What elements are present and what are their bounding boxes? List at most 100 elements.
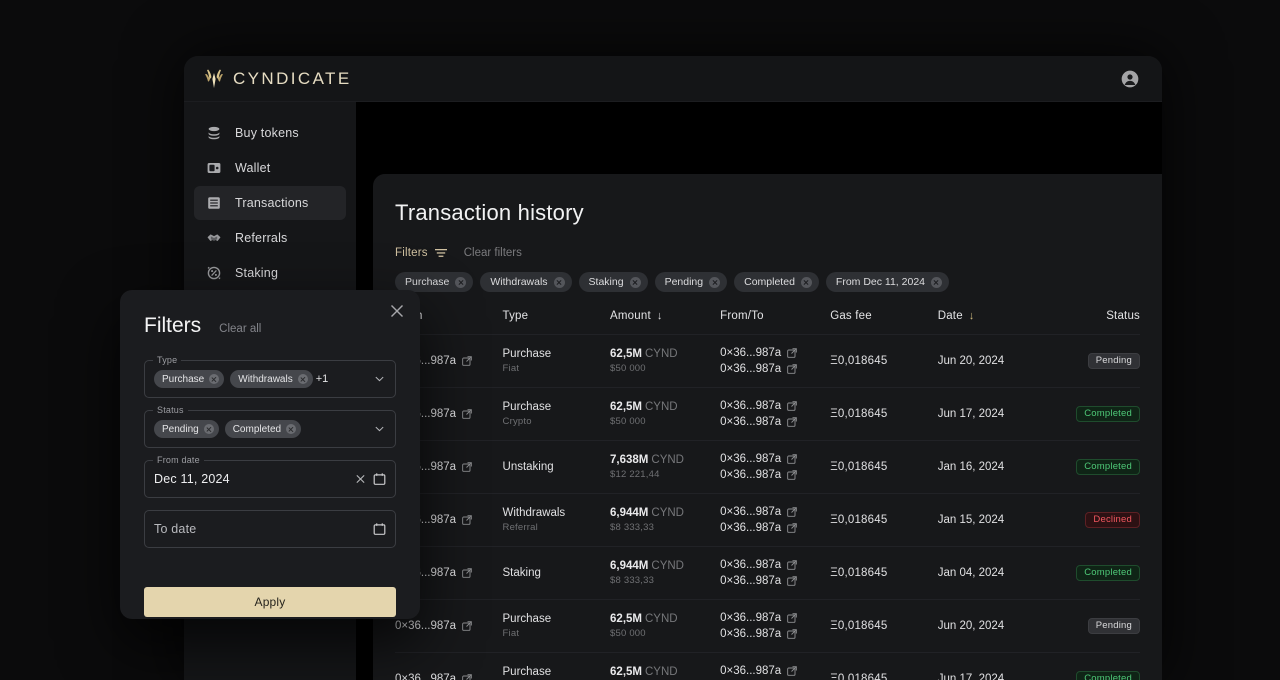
filter-chip[interactable]: Withdrawals <box>480 272 572 292</box>
sidebar-item-transactions[interactable]: Transactions <box>194 186 346 220</box>
calendar-icon[interactable] <box>373 523 386 536</box>
table-row[interactable]: 0×36...987a Purchase Fiat 62,5M CYND $50 000 0… <box>395 599 1140 653</box>
remove-chip-icon[interactable] <box>800 276 812 288</box>
filter-chip[interactable]: Completed <box>734 272 819 292</box>
external-link-icon[interactable] <box>462 409 472 419</box>
cell-date: Jun 20, 2024 <box>937 334 1046 388</box>
from-address[interactable]: 0×36...987a <box>720 347 830 359</box>
external-link-icon[interactable] <box>787 401 797 411</box>
column-header-amount[interactable]: Amount ↓ <box>610 310 720 335</box>
filter-chip[interactable]: From Dec 11, 2024 <box>825 272 950 292</box>
type-select[interactable]: Type Purchase Withdrawals +1 <box>144 355 396 398</box>
table-row[interactable]: 0×36...987aPurchaseCrypto62,5MCYND$50 00… <box>395 652 1140 680</box>
external-link-icon[interactable] <box>787 417 797 427</box>
modal-clear-all-button[interactable]: Clear all <box>219 323 261 335</box>
apply-button[interactable]: Apply <box>144 587 396 617</box>
external-link-icon[interactable] <box>462 568 472 578</box>
page-title: Transaction history <box>395 200 584 225</box>
table-row[interactable]: 0×36...987a Staking 6,944M CYND $8 333,33 0×3… <box>395 546 1140 600</box>
remove-chip-icon[interactable] <box>297 374 308 384</box>
table-header-row: Hash Type Amount↓ From/To Gas fee Date↓ … <box>395 310 1140 335</box>
to-address[interactable]: 0×36...987a <box>720 522 830 534</box>
chevron-down-icon[interactable] <box>375 426 384 432</box>
from-address[interactable]: 0×36...987a <box>720 400 830 412</box>
sidebar-item-staking[interactable]: Staking <box>194 256 346 290</box>
hash-link[interactable]: 0×36...987a <box>395 620 472 632</box>
brand-logo[interactable]: CYNDICATE <box>204 68 352 90</box>
selected-option-chip[interactable]: Completed <box>224 420 302 438</box>
external-link-icon[interactable] <box>787 666 797 676</box>
filters-button[interactable]: Filters <box>395 247 447 259</box>
external-link-icon[interactable] <box>787 576 797 586</box>
from-address[interactable]: 0×36...987a <box>720 612 830 624</box>
to-address[interactable]: 0×36...987a <box>720 628 830 640</box>
external-link-icon[interactable] <box>787 523 797 533</box>
amount-unit: CYND <box>651 560 684 572</box>
remove-chip-icon[interactable] <box>931 276 943 288</box>
column-header-date[interactable]: Date ↓ <box>938 310 1046 335</box>
table-row[interactable]: 0×36...987a Unstaking 7,638M CYND $12 221,44… <box>395 440 1140 494</box>
cell-gas-fee: Ξ0,018645 <box>830 493 938 547</box>
from-address[interactable]: 0×36...987a <box>720 506 830 518</box>
filter-chip[interactable]: Purchase <box>395 272 474 292</box>
table-row[interactable]: 0×36...987a Purchase Fiat 62,5M CYND $50 000 0… <box>395 334 1140 388</box>
chevron-down-icon[interactable] <box>375 376 384 382</box>
sidebar-item-wallet[interactable]: Wallet <box>194 151 346 185</box>
to-value: 0×36...987a <box>720 628 782 640</box>
close-icon[interactable] <box>355 474 366 485</box>
external-link-icon[interactable] <box>787 613 797 623</box>
from-address[interactable]: 0×36...987a <box>720 559 830 571</box>
from-address[interactable]: 0×36...987a <box>720 453 830 465</box>
column-header-type[interactable]: Type <box>503 310 611 335</box>
to-address[interactable]: 0×36...987a <box>720 416 830 428</box>
filter-chip[interactable]: Staking <box>578 272 648 292</box>
column-header-from-to[interactable]: From/To <box>720 310 830 335</box>
to-address[interactable]: 0×36...987a <box>720 363 830 375</box>
remove-chip-icon[interactable] <box>203 424 214 434</box>
remove-chip-icon[interactable] <box>709 276 721 288</box>
filter-chip[interactable]: Pending <box>654 272 728 292</box>
external-link-icon[interactable] <box>787 348 797 358</box>
sidebar-item-referrals[interactable]: Referrals <box>194 221 346 255</box>
remove-chip-icon[interactable] <box>629 276 641 288</box>
external-link-icon[interactable] <box>462 515 472 525</box>
selected-option-chip[interactable]: Withdrawals <box>230 370 313 388</box>
remove-chip-icon[interactable] <box>455 276 467 288</box>
calendar-icon[interactable] <box>373 473 386 486</box>
cell-gas-fee: Ξ0,018645 <box>830 440 938 494</box>
external-link-icon[interactable] <box>787 560 797 570</box>
hash-link[interactable]: 0×36...987a <box>395 673 472 680</box>
remove-chip-icon[interactable] <box>286 424 297 434</box>
to-address[interactable]: 0×36...987a <box>720 575 830 587</box>
sidebar-item-buy-tokens[interactable]: Buy tokens <box>194 116 346 150</box>
remove-chip-icon[interactable] <box>553 276 565 288</box>
external-link-icon[interactable] <box>787 364 797 374</box>
status-select[interactable]: Status Pending Completed <box>144 405 396 448</box>
from-date-field[interactable]: From date Dec 11, 2024 <box>144 455 396 498</box>
to-date-field[interactable]: To date <box>144 510 396 548</box>
table-row[interactable]: 0×36...987aPurchaseCrypto62,5MCYND$50 00… <box>395 387 1140 441</box>
external-link-icon[interactable] <box>787 454 797 464</box>
external-link-icon[interactable] <box>462 462 472 472</box>
external-link-icon[interactable] <box>462 674 472 680</box>
cell-date: Jan 16, 2024 <box>937 440 1046 494</box>
external-link-icon[interactable] <box>787 507 797 517</box>
account-circle-icon[interactable] <box>1120 69 1140 89</box>
external-link-icon[interactable] <box>787 470 797 480</box>
to-address[interactable]: 0×36...987a <box>720 469 830 481</box>
external-link-icon[interactable] <box>462 356 472 366</box>
selected-option-chip[interactable]: Purchase <box>154 370 225 388</box>
cell-type: PurchaseCrypto <box>502 652 611 680</box>
column-header-gas-fee[interactable]: Gas fee <box>830 310 938 335</box>
selected-option-label: Pending <box>162 423 199 435</box>
selected-option-chip[interactable]: Pending <box>154 420 219 438</box>
close-icon[interactable] <box>388 302 406 320</box>
table-row[interactable]: 0×36...987a Withdrawals Referral 6,944M CYND… <box>395 493 1140 547</box>
external-link-icon[interactable] <box>787 629 797 639</box>
remove-chip-icon[interactable] <box>209 374 220 384</box>
clear-filters-button[interactable]: Clear filters <box>464 247 522 259</box>
amount-fiat: $50 000 <box>610 416 646 427</box>
column-header-status[interactable]: Status <box>1045 310 1140 335</box>
from-address[interactable]: 0×36...987a <box>720 665 830 677</box>
external-link-icon[interactable] <box>462 621 472 631</box>
